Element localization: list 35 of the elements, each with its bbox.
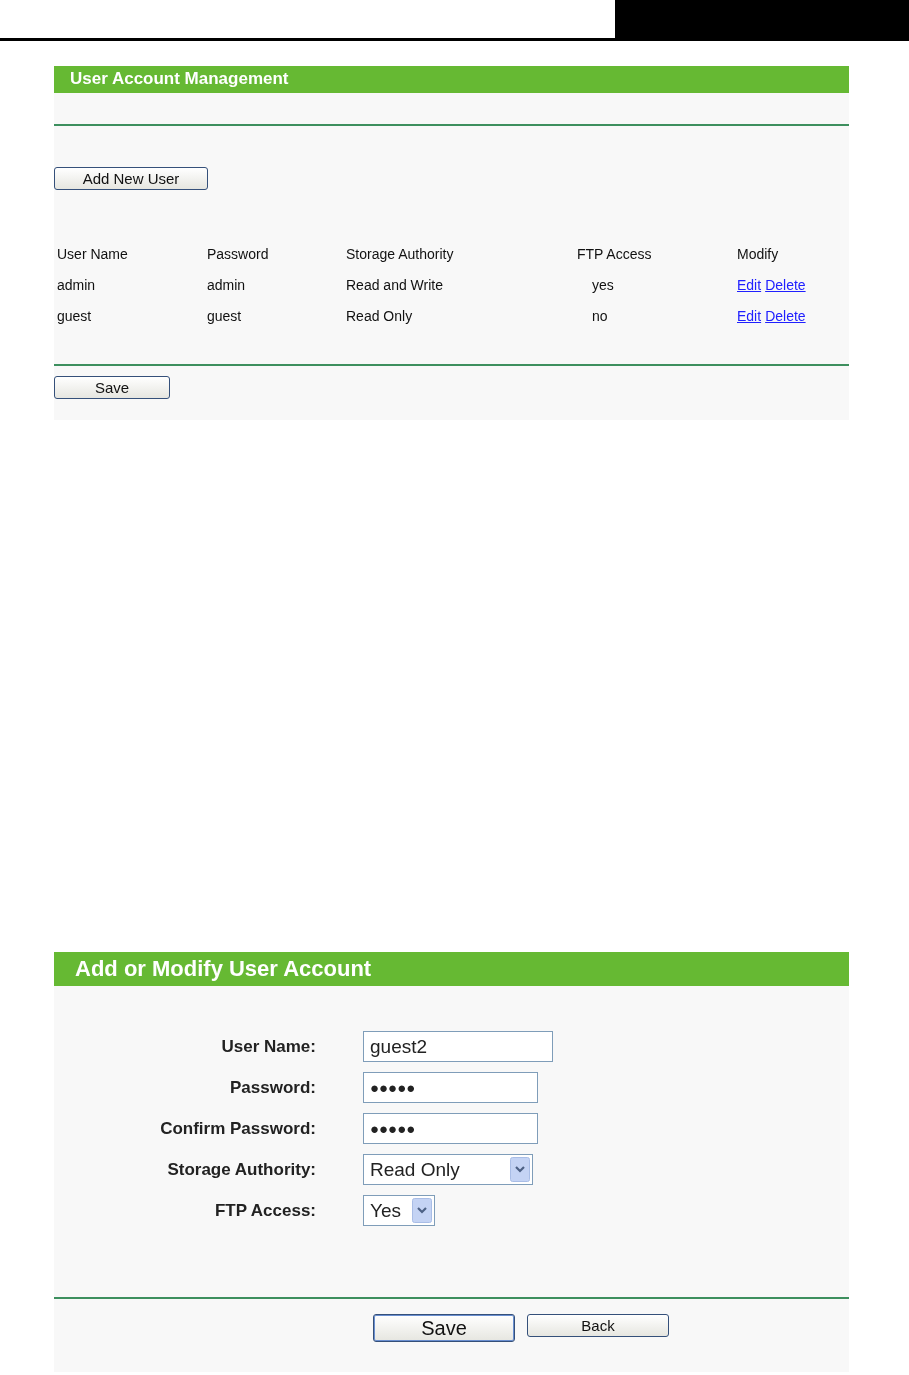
table-cell-text: Read Only — [346, 308, 414, 326]
column-header: Password — [207, 246, 270, 264]
save-button[interactable]: Save — [373, 1314, 515, 1342]
delete-link[interactable]: Delete — [765, 308, 806, 327]
table-cell-text: yes — [591, 277, 615, 295]
panel-title: Add or Modify User Account — [54, 952, 849, 986]
column-header: Modify — [737, 246, 780, 264]
table-cell-text: guest — [57, 308, 93, 326]
add-user-button[interactable]: Add New User — [54, 167, 208, 190]
column-header: User Name — [57, 246, 129, 264]
field-label: Password: — [230, 1077, 316, 1098]
column-header: Storage Authority — [346, 246, 455, 264]
panel-title: User Account Management — [54, 66, 849, 93]
dropdown[interactable]: Yes — [363, 1195, 435, 1226]
delete-link[interactable]: Delete — [765, 277, 806, 296]
edit-link[interactable]: Edit — [737, 308, 762, 327]
table-cell-text: admin — [57, 277, 97, 295]
field-label: FTP Access: — [214, 1200, 316, 1221]
table-cell-text: admin — [207, 277, 247, 295]
chevron-down-icon — [510, 1157, 530, 1182]
field-label: Storage Authority: — [167, 1159, 316, 1180]
save-button[interactable]: Save — [54, 376, 170, 399]
password-field[interactable]: ●●●●● — [363, 1072, 538, 1103]
back-button[interactable]: Back — [527, 1314, 669, 1337]
table-cell-text: no — [591, 308, 609, 326]
table-cell-text: Read and Write — [346, 277, 444, 295]
username-field[interactable]: guest2 — [363, 1031, 553, 1062]
chevron-down-icon — [412, 1198, 432, 1223]
password-field[interactable]: ●●●●● — [363, 1113, 538, 1144]
dropdown[interactable]: Read Only — [363, 1154, 533, 1185]
edit-link[interactable]: Edit — [737, 277, 762, 296]
field-label: Confirm Password: — [160, 1118, 316, 1139]
column-header: FTP Access — [577, 246, 653, 264]
field-label: User Name: — [221, 1036, 316, 1057]
table-cell-text: guest — [207, 308, 243, 326]
